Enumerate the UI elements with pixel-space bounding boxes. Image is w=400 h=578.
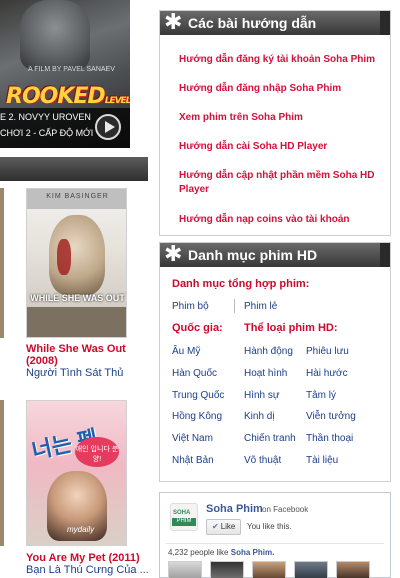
tutorial-link[interactable]: Xem phim trên Soha Phim xyxy=(179,111,379,125)
country-link[interactable]: Âu Mỹ xyxy=(172,346,200,357)
banner-artwork xyxy=(20,0,90,70)
movie-year[interactable]: (2008) xyxy=(26,355,58,367)
banner-logo: ROOKEDLEVEL2 xyxy=(6,72,130,112)
facebook-on-text: on Facebook xyxy=(262,505,309,514)
movie-vietnamese-title-link[interactable]: Người Tình Sát Thủ xyxy=(26,367,123,379)
genre-link[interactable]: Hành động xyxy=(244,346,293,357)
banner-logo-suffix: LEVEL xyxy=(104,96,130,106)
country-link[interactable]: Trung Quốc xyxy=(172,390,224,401)
genre-link[interactable]: Chiến tranh xyxy=(244,433,296,444)
genre-link[interactable]: Tài liệu xyxy=(306,455,338,466)
genre-link[interactable]: Hình sự xyxy=(244,390,280,401)
genre-link[interactable]: Thần thoại xyxy=(306,433,353,444)
facebook-like-button[interactable]: ✔ Like xyxy=(206,519,242,535)
banner-caption-line1: E 2. NOVYY UROVEN xyxy=(0,112,91,122)
divider xyxy=(166,543,384,544)
next-arrow-icon[interactable] xyxy=(95,114,121,140)
tutorials-panel: ✱ Các bài hướng dẫn Hướng dẫn đăng ký tà… xyxy=(159,10,391,236)
country-link[interactable]: Hàn Quốc xyxy=(172,368,217,379)
fan-avatar[interactable] xyxy=(294,561,328,578)
fan-avatar[interactable] xyxy=(210,561,244,578)
tutorial-link[interactable]: Hướng dẫn nạp coins vào tài khoản xyxy=(179,213,379,227)
movie-title-link[interactable]: While She Was Out xyxy=(26,343,126,355)
genre-link[interactable]: Viễn tưởng xyxy=(306,411,356,422)
movie-poster[interactable]: 너는 펫 애인 입니다 분양! mydaily xyxy=(26,400,127,546)
you-like-text: You like this. xyxy=(247,522,292,531)
poster-actor-name: KIM BASINGER xyxy=(27,189,126,209)
category-link-phim-le[interactable]: Phim lẻ xyxy=(244,301,277,312)
tutorial-link[interactable]: Hướng dẫn cập nhật phần mềm Soha HD Play… xyxy=(179,169,375,197)
header-tab xyxy=(380,11,390,35)
country-label: Quốc gia: xyxy=(172,322,223,334)
poster-watermark: mydaily xyxy=(67,525,95,534)
genre-link[interactable]: Phiêu lưu xyxy=(306,346,349,357)
tutorials-header: ✱ Các bài hướng dẫn xyxy=(160,9,390,35)
movie-vietnamese-title-link[interactable]: Bạn Là Thú Cưng Của ... xyxy=(26,564,149,576)
genre-link[interactable]: Kinh dị xyxy=(244,411,275,422)
divider xyxy=(234,299,235,313)
facebook-like-box: SOHA PHIM Soha Phim on Facebook ✔ Like Yo… xyxy=(159,492,391,578)
like-count-page-name[interactable]: Soha Phim. xyxy=(231,548,275,557)
genre-label: Thể loại phim HD: xyxy=(244,322,338,334)
poster-artwork-bottom xyxy=(27,307,126,337)
categories-header: ✱ Danh mục phim HD xyxy=(160,241,390,267)
header-tab xyxy=(380,243,390,267)
genre-link[interactable]: Tâm lý xyxy=(306,390,336,401)
facebook-page-name[interactable]: Soha Phim xyxy=(206,503,263,515)
country-link[interactable]: Hồng Kông xyxy=(172,411,222,422)
country-link[interactable]: Việt Nam xyxy=(172,433,213,444)
genre-link[interactable]: Hài hước xyxy=(306,368,348,379)
thumbs-up-icon: ✔ xyxy=(212,522,219,531)
left-column: A FILM BY PAVEL SANAEV ROOKEDLEVEL2 E 2.… xyxy=(0,0,149,578)
fan-avatar[interactable] xyxy=(168,561,202,578)
featured-movie-banner[interactable]: A FILM BY PAVEL SANAEV ROOKEDLEVEL2 E 2.… xyxy=(0,0,130,148)
asterisk-icon: ✱ xyxy=(164,241,183,266)
category-link-phim-bo[interactable]: Phim bộ xyxy=(172,301,209,312)
banner-logo-text: ROOKED xyxy=(6,84,106,109)
categories-title: Danh mục phim HD xyxy=(188,247,318,263)
soha-phim-logo[interactable]: SOHA PHIM xyxy=(170,503,198,531)
genre-link[interactable]: Võ thuật xyxy=(244,455,281,466)
country-link[interactable]: Nhật Bản xyxy=(172,455,214,466)
movie-title-link[interactable]: You Are My Pet (2011) xyxy=(26,552,140,564)
fan-avatar[interactable] xyxy=(252,561,286,578)
like-count-text: 4,232 people like xyxy=(168,548,229,557)
logo-text-bottom: PHIM xyxy=(172,518,196,526)
like-count: 4,232 people like Soha Phim. xyxy=(168,548,274,557)
tutorials-title: Các bài hướng dẫn xyxy=(188,15,317,31)
logo-text-top: SOHA xyxy=(173,510,191,516)
categories-panel: ✱ Danh mục phim HD Danh mục tổng hợp phi… xyxy=(159,242,391,482)
like-label: Like xyxy=(220,522,236,531)
tutorial-link[interactable]: Hướng dẫn cài Soha HD Player xyxy=(179,140,379,154)
poster-tagline: 애인 입니다 분양! xyxy=(75,437,119,467)
tutorial-link[interactable]: Hướng dẫn đăng nhập Soha Phim xyxy=(179,82,379,96)
poster-artwork-detail xyxy=(57,239,71,275)
fan-avatar[interactable] xyxy=(336,561,370,578)
previous-poster-edge[interactable] xyxy=(0,188,4,338)
movie-poster[interactable]: KIM BASINGER WHILE SHE WAS OUT xyxy=(26,188,127,338)
poster-title: WHILE SHE WAS OUT xyxy=(30,293,125,303)
summary-label: Danh mục tổng hợp phim: xyxy=(172,278,310,290)
genre-link[interactable]: Hoạt hình xyxy=(244,368,287,379)
tutorial-link[interactable]: Hướng dẫn đăng ký tài khoản Soha Phim xyxy=(179,53,379,67)
left-section-header-bar xyxy=(0,157,148,181)
asterisk-icon: ✱ xyxy=(164,9,183,34)
banner-caption-line2: CHƠI 2 - CẤP ĐỘ MỚI xyxy=(0,128,94,138)
previous-poster-edge[interactable] xyxy=(0,400,4,546)
